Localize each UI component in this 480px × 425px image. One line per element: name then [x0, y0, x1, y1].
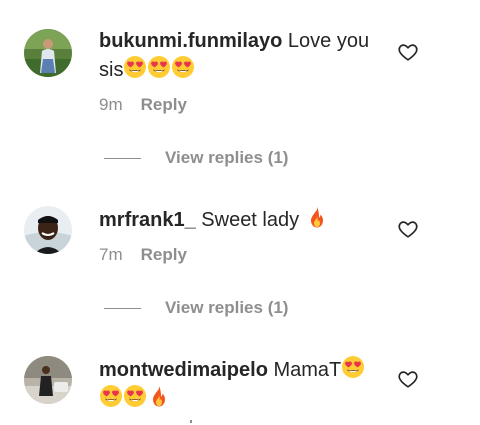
username[interactable]: montwedimaipelo	[99, 359, 268, 381]
heart-outline-icon[interactable]	[397, 41, 419, 63]
view-replies-label: View replies (1)	[165, 298, 289, 317]
heart-eyes-emoji	[123, 55, 147, 79]
view-replies-button[interactable]: View replies (1)	[104, 298, 288, 318]
emoji-group	[99, 388, 171, 410]
view-replies-button[interactable]: View replies (1)	[104, 148, 288, 168]
reply-button[interactable]: Reply	[141, 95, 187, 115]
comment-meta: 7m Reply	[99, 245, 187, 265]
avatar[interactable]	[24, 206, 72, 254]
username[interactable]: bukunmi.funmilayo	[99, 30, 282, 52]
heart-eyes-emoji	[341, 355, 365, 379]
heart-eyes-emoji	[123, 384, 147, 408]
view-replies-label: View replies (1)	[165, 148, 289, 167]
divider-line	[104, 307, 141, 309]
reply-button[interactable]: Reply	[141, 245, 187, 265]
comment-meta: 9m Reply	[99, 95, 187, 115]
fire-emoji	[147, 384, 171, 408]
heart-eyes-emoji	[147, 55, 171, 79]
comment-body: montwedimaipelo MamaT	[99, 355, 384, 413]
username[interactable]: mrfrank1_	[99, 209, 196, 231]
cropped-next-row	[190, 420, 192, 423]
comment-text: Sweet lady	[201, 209, 300, 231]
avatar[interactable]	[24, 356, 72, 404]
heart-outline-icon[interactable]	[397, 218, 419, 240]
divider-line	[104, 157, 141, 159]
timestamp: 7m	[99, 245, 123, 264]
heart-eyes-emoji	[99, 384, 123, 408]
comment-text: MamaT	[273, 359, 342, 381]
timestamp: 9m	[99, 95, 123, 114]
avatar[interactable]	[24, 29, 72, 77]
fire-emoji	[305, 205, 329, 229]
comment-body: bukunmi.funmilayo Love you sis	[99, 28, 384, 84]
heart-eyes-emoji	[171, 55, 195, 79]
heart-outline-icon[interactable]	[397, 368, 419, 390]
emoji-group	[123, 59, 195, 81]
comment-body: mrfrank1_ Sweet lady	[99, 205, 384, 234]
